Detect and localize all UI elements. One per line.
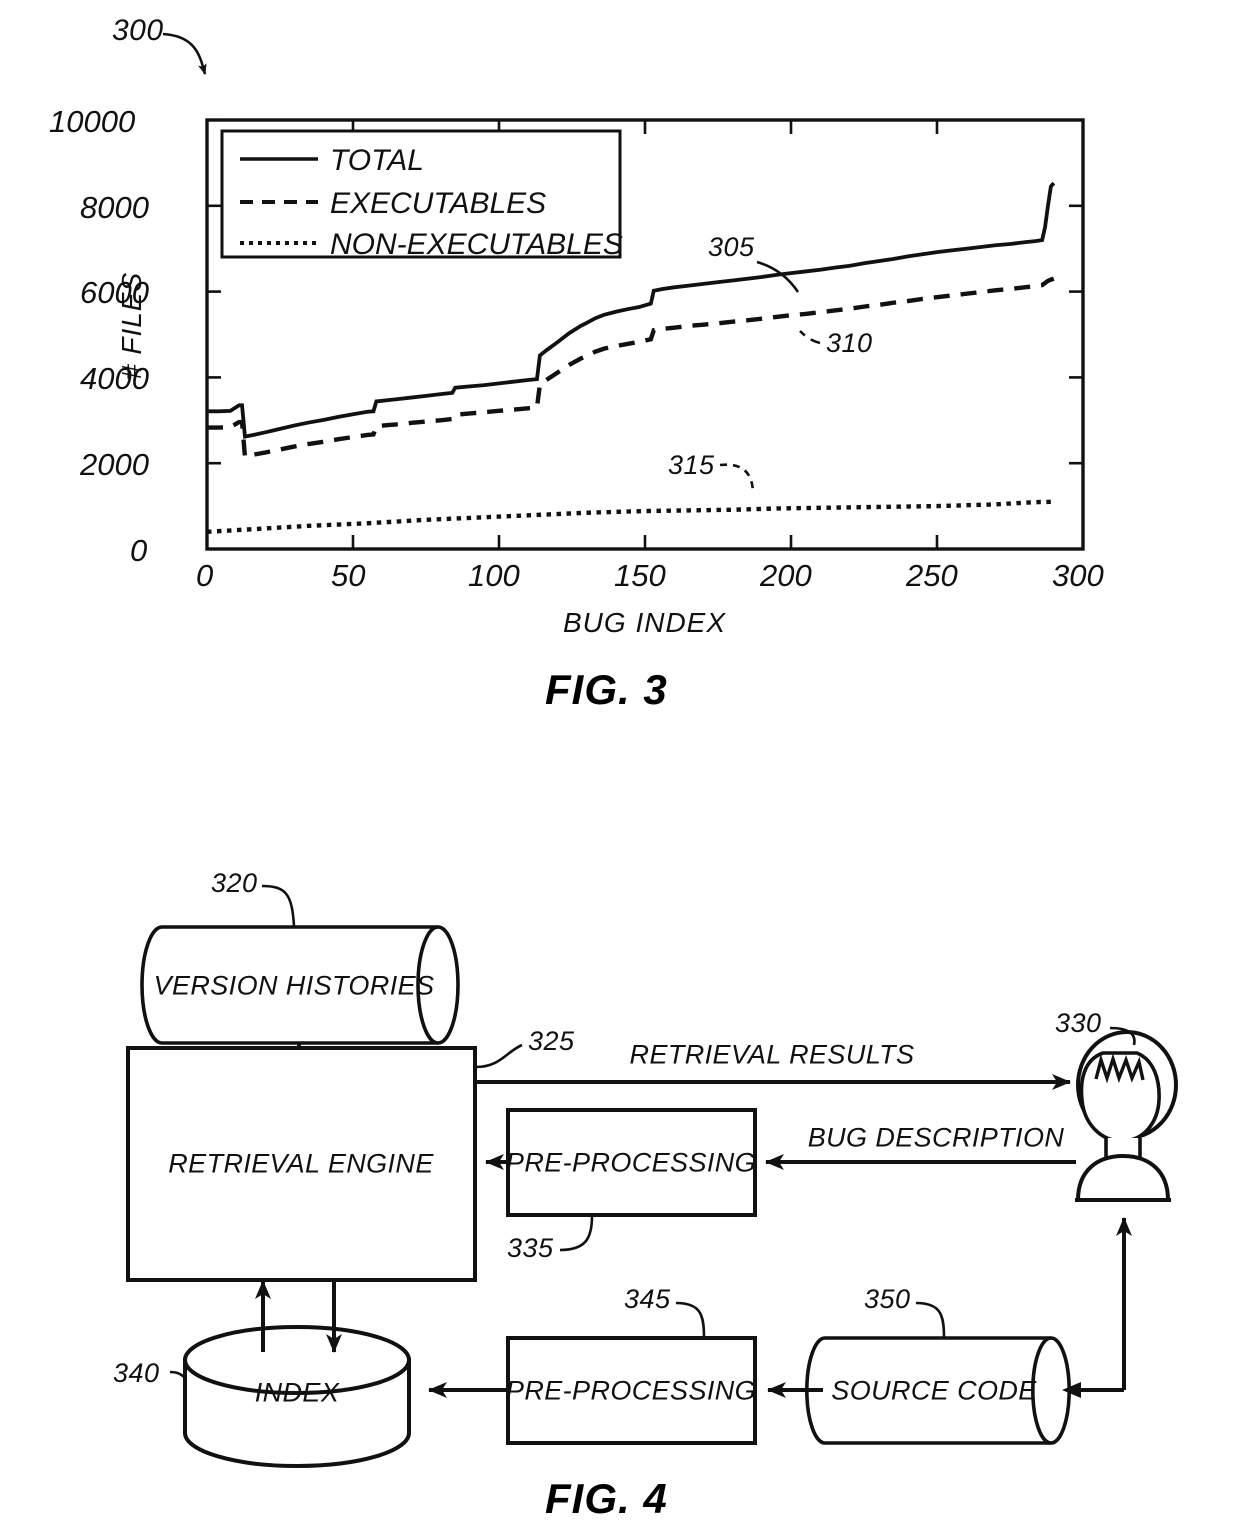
reference-numeral-300: 300 (112, 14, 164, 47)
callout-310: 310 (826, 328, 873, 358)
x-tick-label-250: 250 (906, 558, 958, 593)
reference-numeral-340: 340 (113, 1358, 160, 1388)
leader-335 (559, 1215, 594, 1252)
callout-leader-310 (799, 330, 821, 345)
callout-315: 315 (668, 450, 715, 480)
label-version-histories: VERSION HISTORIES (153, 970, 435, 1001)
x-tick-label-200: 200 (760, 558, 812, 593)
reference-numeral-325: 325 (528, 1026, 575, 1056)
label-source-code: SOURCE CODE (831, 1375, 1037, 1406)
label-retrieval-engine: RETRIEVAL ENGINE (168, 1148, 434, 1179)
patent-figure-page: 300 0 2000 4000 6000 8000 10000 0 50 100… (0, 0, 1240, 1531)
figure-4: VERSION HISTORIES RETRIEVAL ENGINE PRE-P… (0, 760, 1240, 1531)
person-icon (1075, 1030, 1178, 1202)
leader-325 (475, 1043, 523, 1069)
reference-numeral-345: 345 (624, 1284, 671, 1314)
reference-numeral-330: 330 (1055, 1008, 1102, 1038)
y-tick-label-2000: 2000 (80, 447, 149, 482)
callout-305: 305 (708, 232, 755, 262)
label-bug-description: BUG DESCRIPTION (807, 1122, 1065, 1153)
reference-numeral-320: 320 (211, 868, 258, 898)
leader-345 (675, 1301, 706, 1338)
chart-series-non-executables (206, 499, 1054, 535)
x-tick-label-300: 300 (1052, 558, 1104, 593)
x-tick-label-150: 150 (614, 558, 666, 593)
figure-3-chart (162, 32, 1085, 551)
y-tick-label-8000: 8000 (80, 190, 149, 225)
legend-label-total: TOTAL (330, 144, 424, 177)
callout-leader-315 (719, 463, 755, 493)
y-tick-label-10000: 10000 (49, 104, 136, 139)
label-pre-processing-bug: PRE-PROCESSING (505, 1147, 757, 1178)
figure-3-caption: FIG. 3 (545, 666, 668, 713)
figure-3: 300 0 2000 4000 6000 8000 10000 0 50 100… (0, 0, 1240, 760)
chart-series-executables (207, 276, 1055, 460)
legend-label-non-executables: NON-EXECUTABLES (330, 228, 623, 261)
x-tick-label-0: 0 (196, 558, 214, 593)
legend-label-executables: EXECUTABLES (330, 187, 547, 220)
reference-numeral-335: 335 (507, 1233, 554, 1263)
reference-numeral-350: 350 (864, 1284, 911, 1314)
figure-4-caption: FIG. 4 (545, 1475, 668, 1522)
label-index: INDEX (254, 1377, 340, 1408)
leader-350 (915, 1301, 946, 1338)
label-pre-processing-source: PRE-PROCESSING (505, 1375, 757, 1406)
leader-320 (261, 884, 296, 927)
x-axis-title: BUG INDEX (563, 607, 727, 638)
x-tick-label-50: 50 (331, 558, 366, 593)
y-axis-title: # FILES (116, 271, 147, 380)
label-retrieval-results: RETRIEVAL RESULTS (629, 1039, 915, 1070)
x-tick-label-100: 100 (468, 558, 520, 593)
y-tick-label-0: 0 (130, 533, 148, 568)
